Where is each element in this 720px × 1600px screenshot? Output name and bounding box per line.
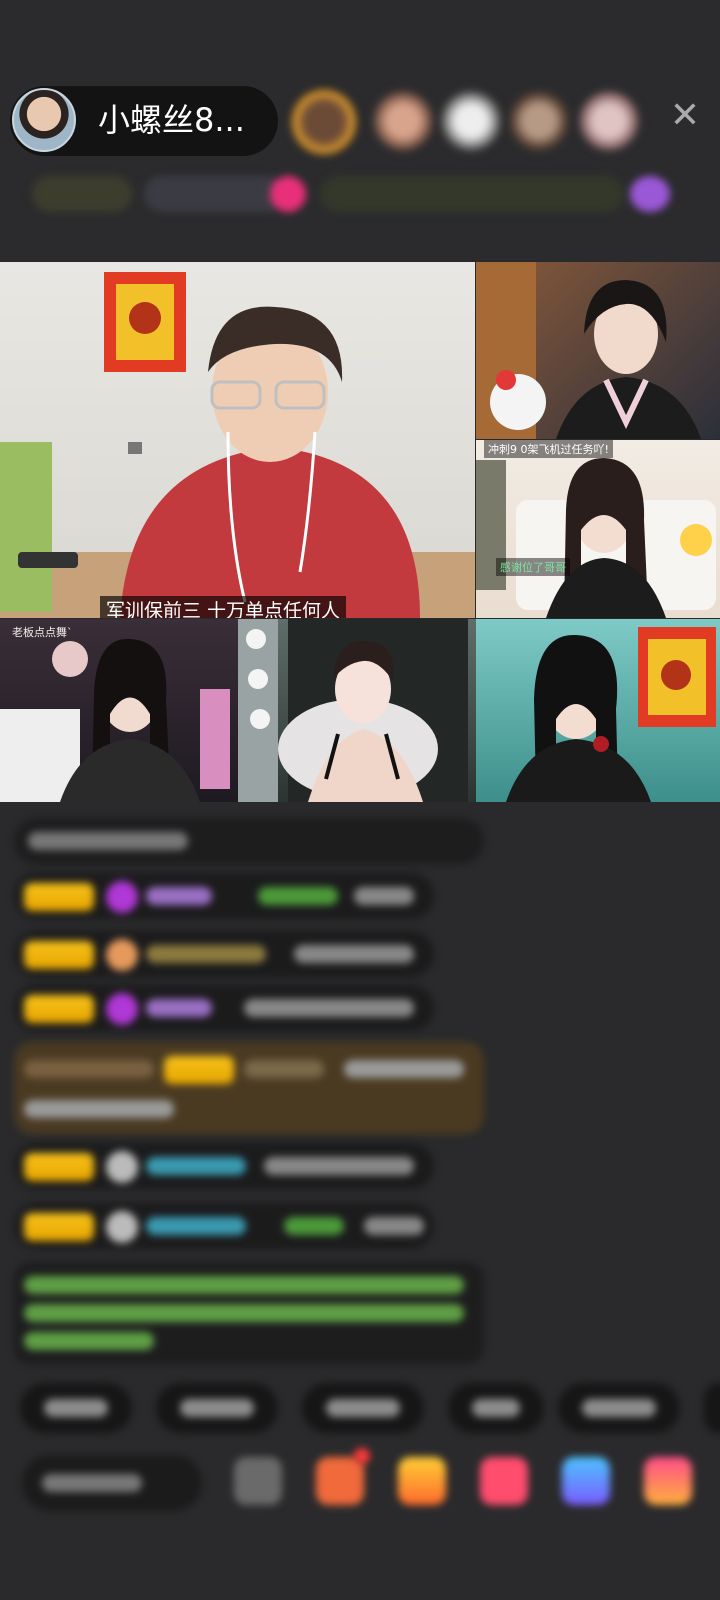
quick-reply-label [326,1399,400,1417]
video-grid: 军训保前三 十万单点任何人 冲刺9 0架飞机过任务吖! 感谢位了哥哥 老板点点舞… [0,262,720,802]
chat-message[interactable] [14,873,434,919]
chat-highlight-message[interactable] [14,1042,484,1134]
host-profile-pill[interactable]: 小螺丝8... [10,86,278,156]
chat-username [284,1217,344,1235]
gift-icon[interactable] [398,1457,446,1505]
chat-username [244,1060,324,1078]
close-icon[interactable]: ✕ [665,96,705,136]
notice-line [24,1304,464,1322]
quick-reply-pill[interactable] [156,1383,278,1433]
more-icon[interactable] [644,1457,692,1505]
gift-icon[interactable] [630,176,670,212]
level-badge [24,883,94,911]
notice-line [24,1276,464,1294]
quick-reply-label [472,1399,520,1417]
avatar [106,1151,138,1183]
level-badge [24,1153,94,1181]
guest-video-scene [506,627,716,802]
viewer-avatar[interactable] [508,90,570,152]
avatar [106,1211,138,1243]
rank-chip[interactable] [32,176,132,212]
chat-text [364,1217,424,1235]
top-bar: 小螺丝8... ✕ [0,0,720,260]
heart-gift-icon[interactable] [480,1457,528,1505]
guest-video-scene [0,638,230,802]
stream-caption: 军训保前三 十万单点任何人 [100,596,347,618]
quick-reply-pill[interactable] [704,1383,720,1433]
chat-message[interactable] [14,931,434,977]
game-icon[interactable] [562,1457,610,1505]
notice-line [24,1332,154,1350]
chat-text [244,999,414,1017]
quick-reply-pill[interactable] [302,1383,424,1433]
chat-message[interactable] [14,1203,434,1249]
guest-video-tile[interactable] [476,619,720,802]
guest-video-scene [476,458,716,618]
chat-input-placeholder [42,1474,142,1492]
banner-text: 冲刺9 0架飞机过任务吖! [484,440,613,458]
quick-reply-pill[interactable] [448,1383,544,1433]
rank-chip[interactable] [144,176,284,212]
chat-input[interactable] [22,1455,202,1511]
quick-reply-label [180,1399,254,1417]
emoji-icon[interactable] [234,1457,282,1505]
chat-message[interactable] [14,985,434,1031]
level-badge [24,1213,94,1241]
viewer-avatar[interactable] [440,90,502,152]
guest-video-tile[interactable]: 老板点点舞` [0,619,238,802]
host-video-scene [0,272,475,618]
chat-username [146,1217,246,1235]
system-notice [14,1262,484,1364]
diamond-icon [106,881,138,913]
fan-badge-icon [106,939,138,971]
quick-reply-label [582,1399,656,1417]
chat-text [344,1060,464,1078]
chat-text [354,887,414,905]
chat-text [28,832,188,850]
quick-reply-pill[interactable] [558,1383,680,1433]
quick-reply-label [44,1399,108,1417]
notification-dot [354,1448,370,1464]
stream-tag: 老板点点舞` [12,626,73,639]
chat-text [24,1100,174,1118]
host-name: 小螺丝8... [98,101,245,139]
guest-video-scene [238,619,468,802]
host-avatar-icon[interactable] [12,88,76,152]
guest-video-tile[interactable] [476,262,720,439]
chat-username [258,887,338,905]
chat-username [146,1157,246,1175]
viewer-avatar[interactable] [290,88,358,156]
guest-video-tile[interactable] [238,619,476,802]
chat-username [146,945,266,963]
level-badge [24,995,94,1023]
vip-badge [24,1060,154,1078]
level-badge [24,941,94,969]
small-caption: 感谢位了哥哥 [496,558,570,576]
viewer-avatar[interactable] [578,90,640,152]
chat-message[interactable] [14,1143,434,1189]
guest-video-scene [476,262,701,439]
pk-icon[interactable] [270,176,306,212]
guest-video-tile[interactable]: 冲刺9 0架飞机过任务吖! 感谢位了哥哥 [476,440,720,618]
task-chip[interactable] [320,176,624,212]
chat-text [264,1157,414,1175]
level-badge [164,1056,234,1084]
chat-message[interactable] [14,818,484,864]
chat-text [294,945,414,963]
host-video-tile[interactable]: 军训保前三 十万单点任何人 [0,262,475,618]
badge-row [24,172,700,216]
quick-reply-pill[interactable] [20,1383,132,1433]
chat-username [146,999,212,1017]
diamond-icon [106,993,138,1025]
viewer-avatar[interactable] [372,90,434,152]
chat-username [146,887,212,905]
gift-box-icon[interactable] [316,1457,364,1505]
